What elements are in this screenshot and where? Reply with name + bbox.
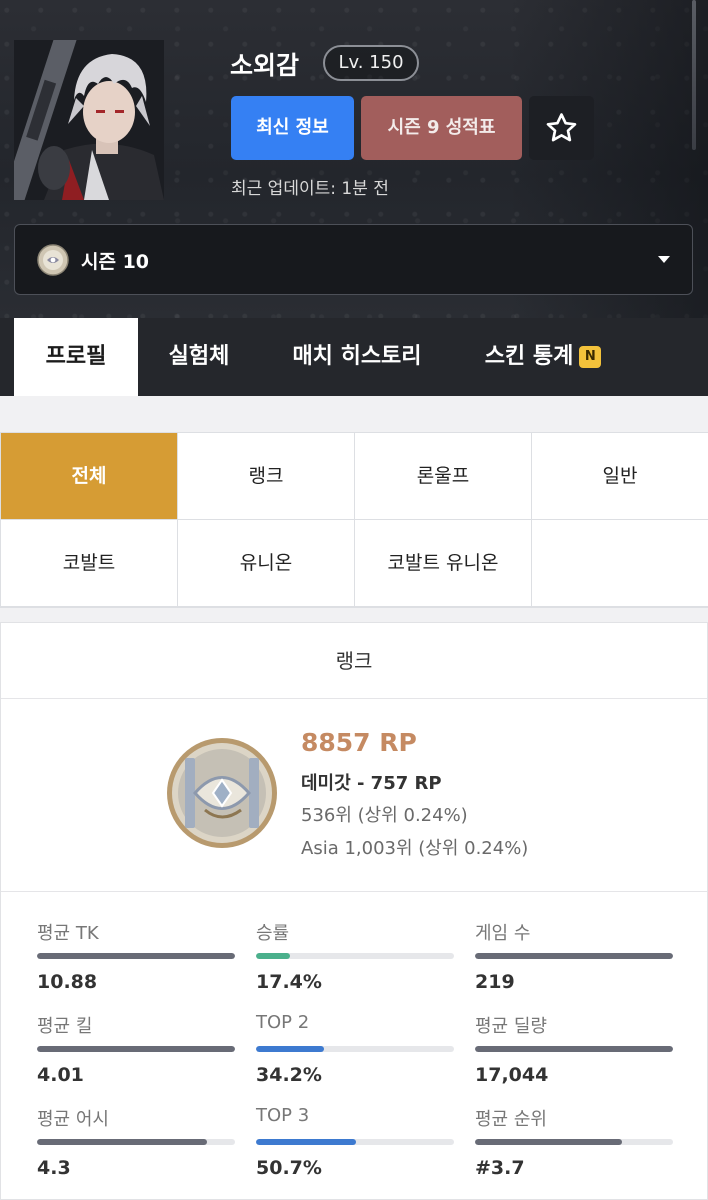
stat-value: 17.4% — [256, 971, 322, 993]
stat-value: 10.88 — [37, 971, 98, 993]
stat-top2: TOP 2 34.2% — [256, 1012, 454, 1086]
tab-match-history[interactable]: 매치 히스토리 — [275, 318, 439, 396]
stat-label: 평균 어시 — [37, 1109, 109, 1130]
mode-cobalt-union[interactable]: 코발트 유니온 — [355, 520, 531, 606]
mode-rank[interactable]: 랭크 — [178, 433, 354, 519]
stat-value: 4.01 — [37, 1064, 84, 1086]
stat-bar-fill — [37, 1139, 208, 1145]
mode-all[interactable]: 전체 — [1, 433, 177, 519]
stat-label: 승률 — [256, 923, 290, 944]
last-updated-text: 최근 업데이트: 1분 전 — [231, 179, 389, 199]
stat-label: 게임 수 — [475, 923, 531, 944]
stat-bar-fill — [256, 1046, 324, 1052]
mode-union[interactable]: 유니온 — [178, 520, 354, 606]
favorite-button[interactable] — [529, 96, 594, 160]
stat-label: 평균 딜량 — [475, 1016, 547, 1037]
rank-card-title: 랭크 — [1, 623, 707, 699]
asia-rank: Asia 1,003위 (상위 0.24%) — [301, 838, 529, 859]
stat-bar — [37, 1046, 235, 1052]
stat-bar — [256, 953, 454, 959]
stat-bar — [475, 953, 673, 959]
level-badge: Lv. 150 — [323, 45, 419, 81]
stat-avg-assists: 평균 어시 4.3 — [37, 1105, 235, 1179]
chevron-down-icon — [658, 256, 670, 263]
avatar — [14, 40, 164, 200]
stat-label: TOP 2 — [256, 1012, 310, 1033]
stat-bar-fill — [37, 953, 235, 959]
tab-profile[interactable]: 프로필 — [14, 318, 138, 396]
scroll-indicator — [692, 0, 696, 150]
stat-bar — [37, 953, 235, 959]
stat-avg-kills: 평균 킬 4.01 — [37, 1012, 235, 1086]
stat-bar-fill — [256, 953, 291, 959]
stat-bar-fill — [475, 1046, 673, 1052]
rank-card: 랭크 8857 RP 데미갓 - 757 RP 536위 (상위 0.24%) … — [0, 622, 708, 1200]
tab-characters[interactable]: 실험체 — [150, 318, 248, 396]
stat-bar — [256, 1139, 454, 1145]
stat-bar-fill — [475, 953, 673, 959]
stat-label: 평균 순위 — [475, 1109, 547, 1130]
stat-bar-fill — [37, 1046, 235, 1052]
season-dropdown-label: 시즌 10 — [81, 251, 150, 273]
demigod-tier-icon — [167, 738, 277, 848]
stat-bar — [475, 1046, 673, 1052]
stat-avg-damage: 평균 딜량 17,044 — [475, 1012, 673, 1086]
mode-lone-wolf[interactable]: 론울프 — [355, 433, 531, 519]
stat-bar — [37, 1139, 235, 1145]
stat-value: 219 — [475, 971, 515, 993]
tier-name: 데미갓 - 757 RP — [301, 773, 442, 794]
stat-games-played: 게임 수 219 — [475, 919, 673, 993]
stat-value: #3.7 — [475, 1157, 525, 1179]
tab-skin-stats-label: 스킨 통계 — [484, 344, 574, 369]
stat-value: 50.7% — [256, 1157, 322, 1179]
latest-info-button[interactable]: 최신 정보 — [231, 96, 354, 160]
tab-profile-label: 프로필 — [45, 344, 107, 369]
profile-header: 소외감 Lv. 150 최신 정보 시즌 9 성적표 최근 업데이트: 1분 전… — [0, 0, 708, 318]
local-rank: 536위 (상위 0.24%) — [301, 805, 468, 826]
stat-avg-tk: 평균 TK 10.88 — [37, 919, 235, 993]
season-report-button[interactable]: 시즌 9 성적표 — [361, 96, 522, 160]
stat-value: 17,044 — [475, 1064, 549, 1086]
stat-label: 평균 TK — [37, 923, 99, 944]
stat-bar — [475, 1139, 673, 1145]
tab-characters-label: 실험체 — [168, 344, 230, 369]
tab-match-history-label: 매치 히스토리 — [292, 344, 422, 369]
mode-empty — [532, 520, 708, 606]
stat-bar — [256, 1046, 454, 1052]
season-dropdown[interactable]: 시즌 10 — [14, 224, 693, 295]
stat-bar-fill — [256, 1139, 357, 1145]
mode-filter-grid: 전체 랭크 론울프 일반 코발트 유니온 코발트 유니온 — [0, 432, 708, 608]
player-name: 소외감 — [230, 51, 300, 80]
stat-avg-placement: 평균 순위 #3.7 — [475, 1105, 673, 1179]
star-icon — [546, 113, 577, 142]
mode-normal[interactable]: 일반 — [532, 433, 708, 519]
stat-value: 34.2% — [256, 1064, 322, 1086]
profile-nav: 프로필 실험체 매치 히스토리 스킨 통계 N — [0, 318, 708, 396]
season-emblem-icon — [37, 244, 69, 276]
mode-cobalt[interactable]: 코발트 — [1, 520, 177, 606]
divider — [1, 891, 707, 892]
new-badge: N — [579, 346, 602, 368]
rp-value: 8857 RP — [301, 728, 417, 757]
stat-value: 4.3 — [37, 1157, 71, 1179]
stat-label: 평균 킬 — [37, 1016, 93, 1037]
stat-win-rate: 승률 17.4% — [256, 919, 454, 993]
stat-top3: TOP 3 50.7% — [256, 1105, 454, 1179]
stat-label: TOP 3 — [256, 1105, 310, 1126]
tab-skin-stats[interactable]: 스킨 통계 N — [468, 318, 618, 396]
stat-bar-fill — [475, 1139, 622, 1145]
